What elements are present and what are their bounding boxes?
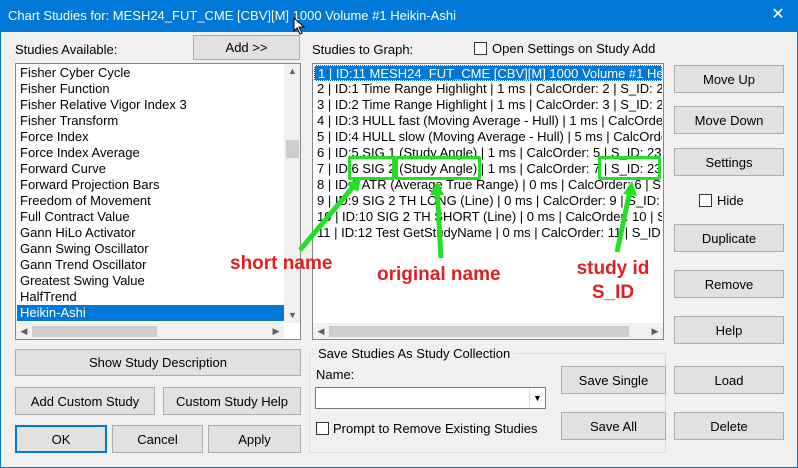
graph-study-row[interactable]: 1 | ID:11 MESH24_FUT_CME [CBV][M] 1000 V… xyxy=(314,65,662,81)
scroll-down-icon[interactable]: ▼ xyxy=(284,310,300,320)
studies-to-graph-hscroll[interactable]: ◀ ▶ xyxy=(313,323,663,339)
study-id-annotation-line2: S_ID xyxy=(591,282,635,303)
title-bar: Chart Studies for: MESH24_FUT_CME [CBV][… xyxy=(0,0,798,32)
add-custom-study-button[interactable]: Add Custom Study xyxy=(15,387,155,415)
graph-study-row[interactable]: 4 | ID:3 HULL fast (Moving Average - Hul… xyxy=(314,113,662,129)
study-list-item[interactable]: Force Index Average xyxy=(17,145,285,161)
open-settings-checkbox[interactable] xyxy=(474,42,487,55)
graph-study-row[interactable]: 9 | ID:9 SIG 2 TH LONG (Line) | 0 ms | C… xyxy=(314,193,662,209)
studies-available-list[interactable]: Fisher Cyber Cycle Fisher Function Fisher … xyxy=(15,63,301,340)
study-list-item[interactable]: Heikin-Ashi xyxy=(17,305,285,321)
study-list-item[interactable]: Forward Curve xyxy=(17,161,285,177)
study-list-item[interactable]: Freedom of Movement xyxy=(17,193,285,209)
remove-button[interactable]: Remove xyxy=(674,270,784,298)
study-list-item[interactable]: Fisher Cyber Cycle xyxy=(17,65,285,81)
original-name-highlight xyxy=(395,156,481,180)
collection-name-label: Name: xyxy=(316,367,355,382)
add-study-button[interactable]: Add >> xyxy=(193,35,300,60)
study-list-item[interactable]: Greatest Swing Value xyxy=(17,273,285,289)
study-list-item[interactable]: Forward Projection Bars xyxy=(17,177,285,193)
hscroll-thumb[interactable] xyxy=(32,326,157,337)
graph-study-row[interactable]: 11 | ID:12 Test GetStudyName | 0 ms | Ca… xyxy=(314,225,662,241)
study-list-item[interactable]: HalfTrend xyxy=(17,289,285,305)
add-study-button-label: Add >> xyxy=(226,40,268,55)
prompt-remove-label: Prompt to Remove Existing Studies xyxy=(333,421,538,436)
study-list-item[interactable]: Full Contract Value xyxy=(17,209,285,225)
study-id-highlight xyxy=(598,156,661,180)
move-up-button[interactable]: Move Up xyxy=(674,65,784,93)
chevron-down-icon[interactable]: ▼ xyxy=(529,388,545,408)
hscroll-thumb[interactable] xyxy=(329,326,629,337)
show-study-description-button[interactable]: Show Study Description xyxy=(15,349,301,376)
studies-available-vscroll[interactable]: ▲ ▼ xyxy=(284,64,300,323)
settings-button[interactable]: Settings xyxy=(674,148,784,176)
graph-study-row[interactable]: 3 | ID:2 Time Range Highlight | 1 ms | C… xyxy=(314,97,662,113)
add-study-button-label-text: Add >> xyxy=(225,40,268,55)
cancel-button[interactable]: Cancel xyxy=(112,425,203,453)
collection-name-combo[interactable]: ▼ xyxy=(315,387,546,409)
scroll-left-icon[interactable]: ◀ xyxy=(18,326,30,337)
graph-study-row[interactable]: 10 | ID:10 SIG 2 TH SHORT (Line) | 0 ms … xyxy=(314,209,662,225)
open-settings-label: Open Settings on Study Add xyxy=(492,41,656,56)
scroll-left-icon[interactable]: ◀ xyxy=(315,326,327,337)
help-button[interactable]: Help xyxy=(674,316,784,344)
ok-button[interactable]: OK xyxy=(15,425,107,453)
scroll-right-icon[interactable]: ▶ xyxy=(270,326,282,337)
load-button[interactable]: Load xyxy=(674,366,784,394)
studies-available-hscroll[interactable]: ◀ ▶ xyxy=(16,323,284,339)
custom-study-help-button[interactable]: Custom Study Help xyxy=(163,387,301,415)
studies-available-label: Studies Available: xyxy=(15,42,118,57)
graph-study-row[interactable]: 5 | ID:4 HULL slow (Moving Average - Hul… xyxy=(314,129,662,145)
prompt-remove-checkbox[interactable] xyxy=(316,422,329,435)
save-single-button[interactable]: Save Single xyxy=(561,366,666,394)
study-list-item[interactable]: Fisher Function xyxy=(17,81,285,97)
scroll-up-icon[interactable]: ▲ xyxy=(284,66,300,76)
duplicate-button[interactable]: Duplicate xyxy=(674,224,784,252)
short-name-highlight xyxy=(348,156,395,180)
short-name-annotation: short name xyxy=(230,253,333,274)
hide-label: Hide xyxy=(717,193,744,208)
study-list-item[interactable]: Fisher Transform xyxy=(17,113,285,129)
window-title: Chart Studies for: MESH24_FUT_CME [CBV][… xyxy=(8,8,456,23)
apply-button[interactable]: Apply xyxy=(208,425,301,453)
graph-study-row[interactable]: 2 | ID:1 Time Range Highlight | 1 ms | C… xyxy=(314,81,662,97)
studies-to-graph-label: Studies to Graph: xyxy=(312,42,414,57)
scroll-right-icon[interactable]: ▶ xyxy=(649,326,661,337)
scroll-thumb[interactable] xyxy=(286,140,299,158)
move-down-button[interactable]: Move Down xyxy=(674,106,784,134)
delete-button[interactable]: Delete xyxy=(674,412,784,440)
study-collection-group-label: Save Studies As Study Collection xyxy=(315,346,514,361)
save-all-button[interactable]: Save All xyxy=(561,412,666,440)
close-icon[interactable]: ✕ xyxy=(766,4,790,26)
hide-checkbox[interactable] xyxy=(699,194,712,207)
study-list-item[interactable]: Gann HiLo Activator xyxy=(17,225,285,241)
study-list-item[interactable]: Fisher Relative Vigor Index 3 xyxy=(17,97,285,113)
study-list-item[interactable]: Force Index xyxy=(17,129,285,145)
original-name-annotation: original name xyxy=(377,264,501,285)
study-id-annotation-line1: study id xyxy=(576,258,650,279)
